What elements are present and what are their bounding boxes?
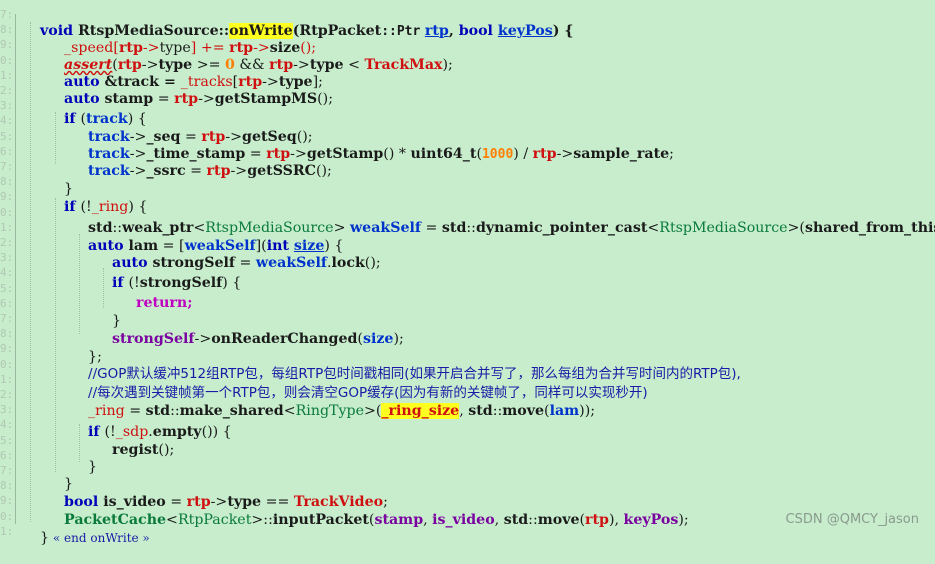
code-line: void RtspMediaSource::onWrite(RtpPacket:… [22, 6, 574, 39]
code-line: assert(rtp->type >= 0 && rtp->type < Tra… [64, 57, 453, 73]
line-number: 1: [0, 372, 14, 386]
number-literal: 1000 [481, 147, 514, 162]
code-line: track->_ssrc = rtp->getSSRC(); [88, 163, 332, 179]
line-number: 8: [0, 479, 14, 493]
code-line: //GOP默认缓冲512组RTP包，每组RTP包时间戳相同(如果开启合并写了，那… [70, 349, 741, 382]
line-number: 0: [0, 357, 14, 371]
line-number: 0: [0, 53, 14, 67]
code-line: //每次遇到关键帧第一个RTP包，则会清空GOP缓存(因为有新的关键帧了，同样可… [70, 368, 648, 401]
code-line: strongSelf->onReaderChanged(size); [112, 331, 404, 347]
line-number: 8: [0, 23, 14, 37]
line-number: 2: [0, 84, 14, 97]
code-line: bool is_video = rtp->type == TrackVideo; [64, 494, 388, 510]
line-number: 4: [0, 266, 14, 280]
line-number: 7: [0, 464, 14, 477]
line-number: 3: [0, 99, 14, 113]
code-line: auto lam = [weakSelf](int size) { [88, 238, 344, 254]
line-number: 0: [0, 509, 14, 523]
code-line: }; [70, 332, 102, 365]
code-line: return; [118, 278, 192, 311]
line-number: 8: [0, 327, 14, 341]
code-line: if (!_sdp.empty()) { [88, 424, 232, 440]
line-number: 9: [0, 190, 14, 204]
end-fold-label[interactable]: « end onWrite » [49, 531, 150, 545]
watermark: CSDN @QMCY_jason [785, 512, 919, 527]
line-number: 3: [0, 403, 14, 417]
param-rtp: rtp [424, 23, 449, 39]
line-number: 1: [0, 68, 14, 82]
code-line: } [94, 296, 121, 329]
line-number: 5: [0, 129, 14, 143]
line-number: 7: [0, 8, 14, 21]
enum-trackmax: TrackMax [364, 57, 443, 73]
paren-brace: ) { [552, 23, 574, 39]
param-keypos: keyPos [497, 23, 553, 39]
code-line: _ring = std::make_shared<RingType>(_ring… [88, 403, 596, 419]
line-number: 7: [0, 312, 14, 325]
code-line: if (!_ring) { [64, 199, 148, 215]
fold-guide [15, 14, 16, 524]
line-number: 3: [0, 251, 14, 265]
line-number: 6: [0, 448, 14, 462]
line-number: 9: [0, 494, 14, 508]
line-number: 5: [0, 281, 14, 295]
indent-guide [55, 198, 56, 472]
return-keyword: return; [136, 295, 193, 311]
line-number: 9: [0, 342, 14, 356]
line-number: 7: [0, 160, 14, 173]
keyword-bool: bool [458, 23, 498, 39]
code-line: _speed[rtp->type] += rtp->size(); [46, 23, 316, 56]
line-number: 8: [0, 175, 14, 189]
ptr-type: ::Ptr [381, 24, 421, 39]
line-number: 5: [0, 433, 14, 447]
code-line: auto strongSelf = weakSelf.lock(); [112, 255, 381, 271]
type-name: RingType [295, 403, 365, 419]
line-number: 0: [0, 205, 14, 219]
highlighted-var[interactable]: _ring_size [381, 403, 460, 419]
code-line: } [46, 459, 73, 492]
indent-guide [30, 22, 31, 522]
code-line: track->_time_stamp = rtp->getStamp() * u… [88, 146, 674, 162]
line-number: 6: [0, 296, 14, 310]
brace: } [40, 530, 50, 546]
line-number: 1: [0, 524, 14, 538]
code-line: track->_seq = rtp->getSeq(); [88, 129, 313, 145]
line-number: 1: [0, 220, 14, 234]
code-line: } « end onWrite » [22, 513, 150, 546]
code-line: std::weak_ptr<RtspMediaSource> weakSelf … [88, 220, 935, 236]
code-line: } [46, 164, 73, 197]
line-number: 9: [0, 38, 14, 52]
type-name: RtspMediaSource [659, 220, 788, 236]
code-line: if (track) { [64, 111, 147, 127]
code-line: } [70, 442, 97, 475]
brace: } [88, 459, 98, 475]
code-line: regist(); [112, 442, 175, 458]
line-number: 4: [0, 114, 14, 128]
line-number: 2: [0, 388, 14, 401]
code-editor[interactable]: 7: 8: 9: 0: 1: 2: 3: 4: 5: 6: 7: 8: 9: 0: 1: 2: 3: 4: 5: 6:… [0, 0, 935, 546]
code-line: if (!strongSelf) { [112, 275, 242, 291]
code-line: PacketCache<RtpPacket>::inputPacket(stam… [64, 512, 689, 528]
line-number: 2: [0, 236, 14, 249]
type-name: RtpPacket [177, 512, 252, 528]
code-line: auto &track = _tracks[rtp->type]; [64, 74, 323, 90]
line-number: 6: [0, 144, 14, 158]
line-number: 4: [0, 418, 14, 432]
code-line: auto stamp = rtp->getStampMS(); [64, 91, 333, 107]
comma: , [448, 23, 459, 39]
